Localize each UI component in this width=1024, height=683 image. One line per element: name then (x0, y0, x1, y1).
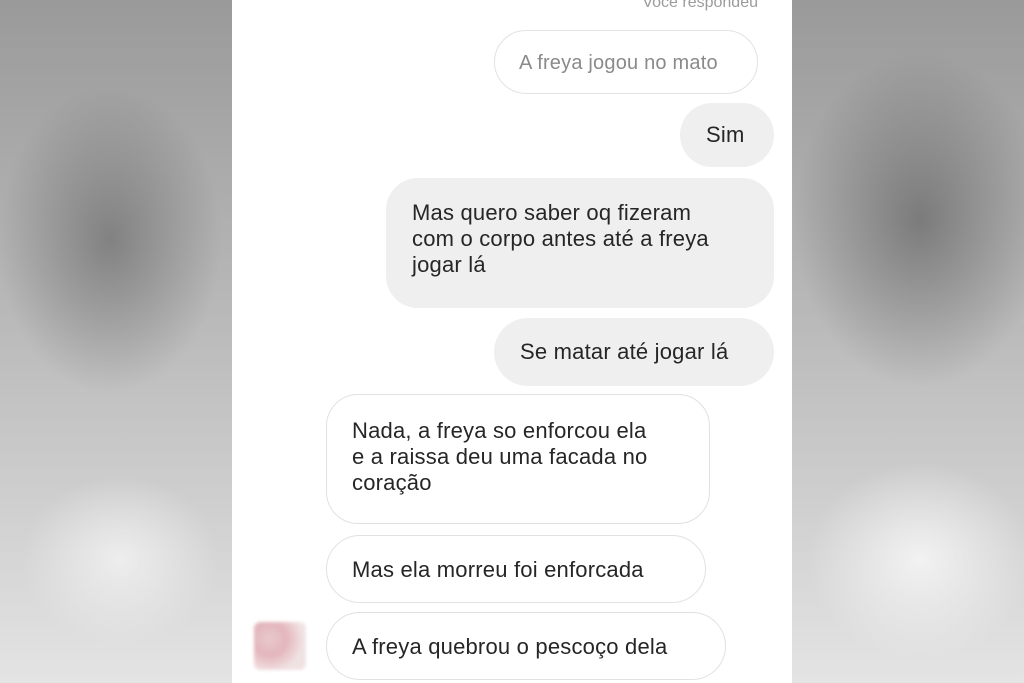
avatar[interactable] (254, 622, 306, 670)
sent-message-bubble[interactable]: Se matar até jogar lá (494, 318, 774, 386)
sent-message-bubble[interactable]: Mas quero saber oq fizeram com o corpo a… (386, 178, 774, 308)
replied-label: Você respondeu (642, 0, 758, 11)
chat-thread: Você respondeu A freya jogou no mato Sim… (232, 0, 792, 683)
received-message-bubble[interactable]: Nada, a freya so enforcou ela e a raissa… (326, 394, 710, 524)
screenshot-stage: Você respondeu A freya jogou no mato Sim… (0, 0, 1024, 683)
sent-message-bubble[interactable]: Sim (680, 103, 774, 167)
received-message-bubble[interactable]: A freya quebrou o pescoço dela (326, 612, 726, 680)
replied-message-bubble[interactable]: A freya jogou no mato (494, 30, 758, 94)
received-message-bubble[interactable]: Mas ela morreu foi enforcada (326, 535, 706, 603)
